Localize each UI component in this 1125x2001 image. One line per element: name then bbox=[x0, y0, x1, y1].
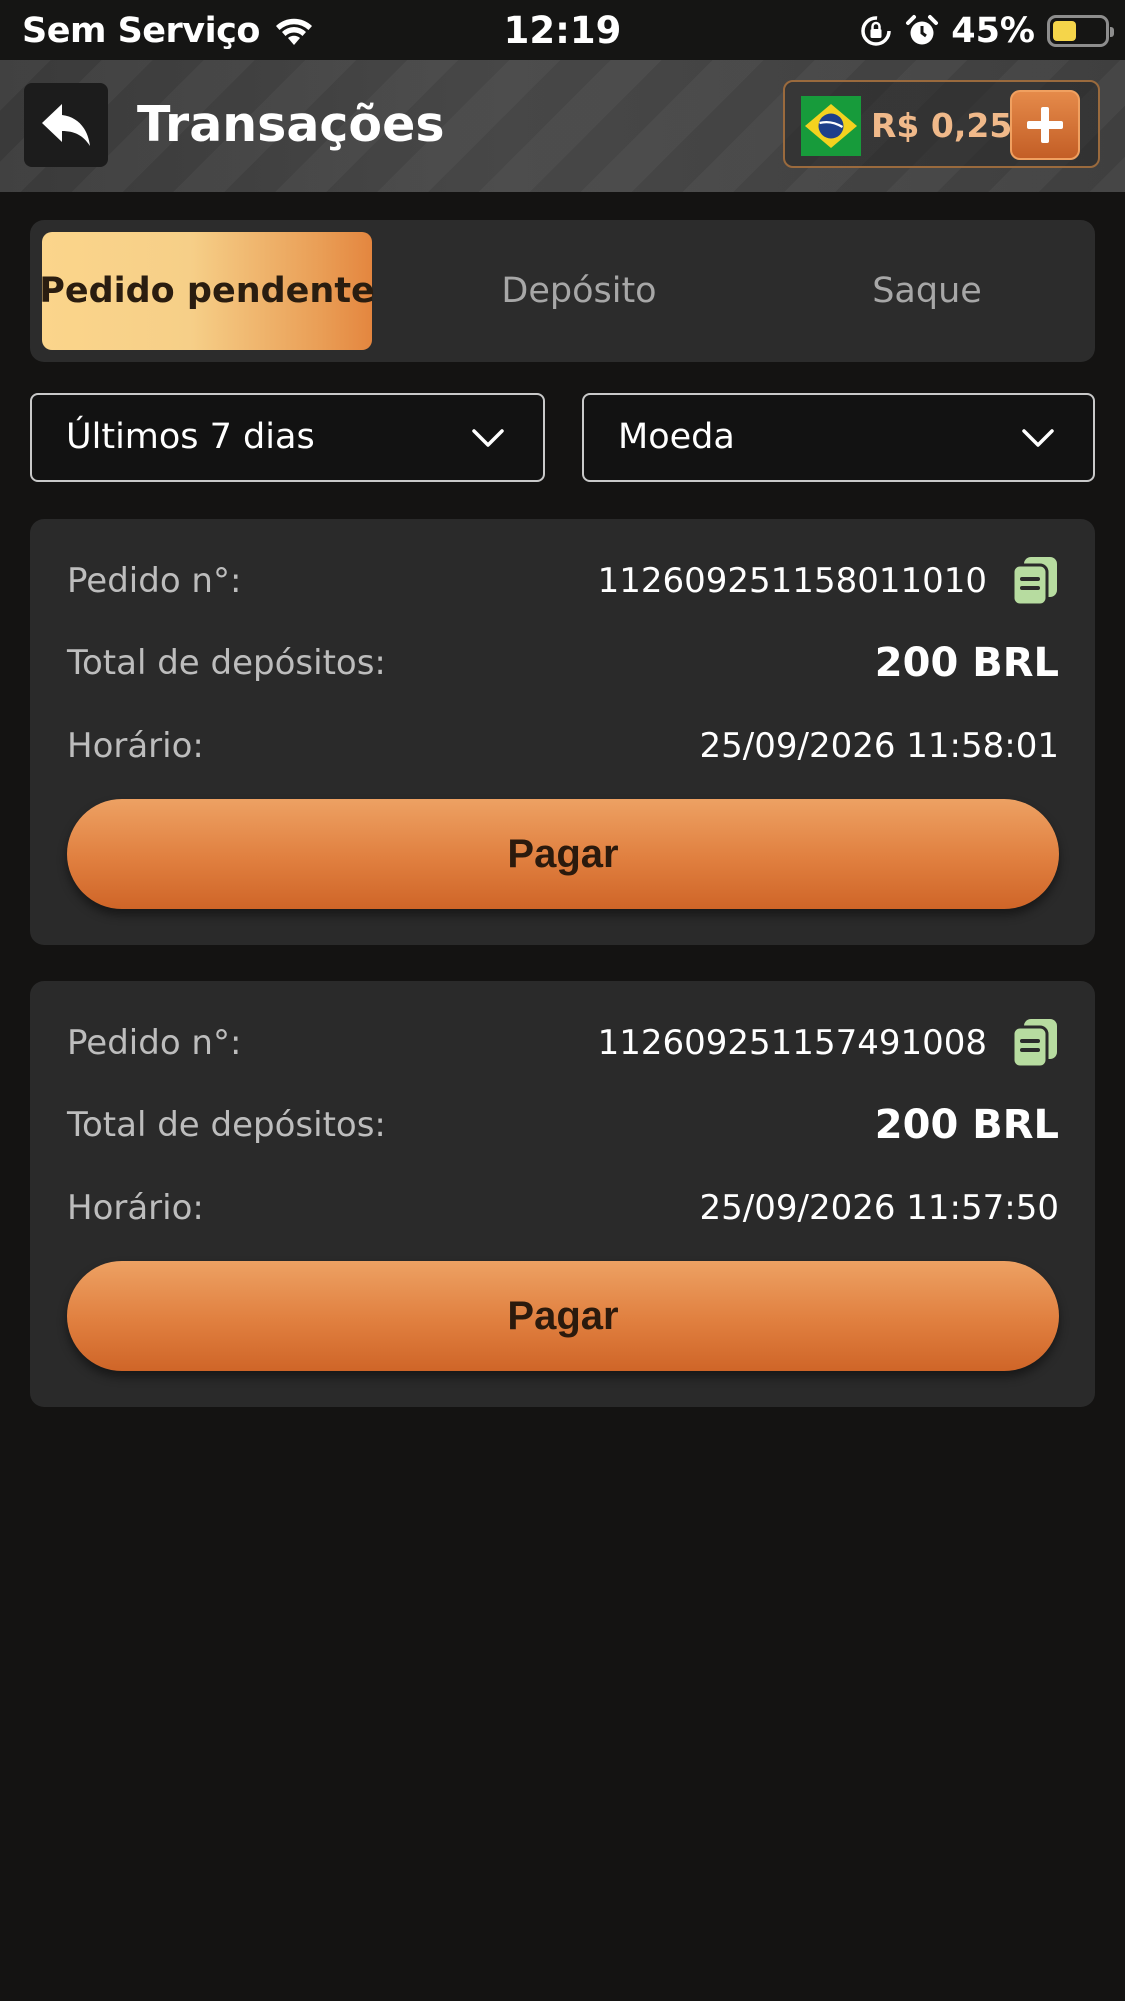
period-select[interactable]: Últimos 7 dias bbox=[30, 393, 545, 482]
order-no-label: Pedido n°: bbox=[67, 561, 242, 601]
tab-pending-orders[interactable]: Pedido pendente bbox=[39, 232, 375, 350]
header: Transações R$ 0,25 bbox=[0, 60, 1125, 192]
pay-button[interactable]: Pagar bbox=[67, 799, 1059, 909]
time-value: 25/09/2026 11:57:50 bbox=[699, 1188, 1059, 1228]
status-right: 45% bbox=[859, 10, 1114, 52]
back-arrow-icon bbox=[42, 104, 90, 146]
currency-select-value: Moeda bbox=[618, 417, 735, 457]
balance-value: R$ 0,25 bbox=[871, 106, 1013, 145]
battery-percent: 45% bbox=[951, 11, 1035, 51]
copy-icon[interactable] bbox=[1011, 1017, 1059, 1069]
order-card: Pedido n°: 112609251158011010 Total de d… bbox=[30, 519, 1095, 945]
order-no-value: 112609251157491008 bbox=[597, 1023, 987, 1063]
alarm-icon bbox=[906, 15, 939, 45]
order-card: Pedido n°: 112609251157491008 Total de d… bbox=[30, 981, 1095, 1407]
total-deposits-label: Total de depósitos: bbox=[67, 1105, 386, 1145]
status-bar: Sem Serviço 12:19 45% bbox=[0, 0, 1125, 60]
order-no-value: 112609251158011010 bbox=[597, 561, 987, 601]
total-deposits-value: 200 BRL bbox=[874, 640, 1059, 686]
back-button[interactable] bbox=[24, 83, 108, 167]
transaction-tabs: Pedido pendente Depósito Saque bbox=[30, 220, 1095, 362]
battery-level bbox=[1053, 21, 1076, 41]
orientation-lock-icon bbox=[861, 16, 891, 46]
time-label: Horário: bbox=[67, 726, 204, 766]
copy-icon[interactable] bbox=[1011, 555, 1059, 607]
add-funds-button[interactable] bbox=[1010, 90, 1080, 160]
chevron-down-icon bbox=[1022, 429, 1054, 447]
total-deposits-value: 200 BRL bbox=[874, 1102, 1059, 1148]
order-no-label: Pedido n°: bbox=[67, 1023, 242, 1063]
chevron-down-icon bbox=[472, 429, 504, 447]
plus-icon bbox=[1027, 107, 1063, 143]
tab-deposit[interactable]: Depósito bbox=[414, 232, 744, 350]
battery-icon bbox=[1047, 15, 1114, 47]
period-select-value: Últimos 7 dias bbox=[66, 417, 315, 457]
brazil-flag-icon bbox=[801, 96, 861, 156]
pay-button[interactable]: Pagar bbox=[67, 1261, 1059, 1371]
balance-widget[interactable]: R$ 0,25 bbox=[783, 80, 1100, 168]
page-title: Transações bbox=[137, 96, 445, 153]
total-deposits-label: Total de depósitos: bbox=[67, 643, 386, 683]
currency-select[interactable]: Moeda bbox=[582, 393, 1095, 482]
time-label: Horário: bbox=[67, 1188, 204, 1228]
tab-withdraw[interactable]: Saque bbox=[770, 232, 1084, 350]
time-value: 25/09/2026 11:58:01 bbox=[699, 726, 1059, 766]
